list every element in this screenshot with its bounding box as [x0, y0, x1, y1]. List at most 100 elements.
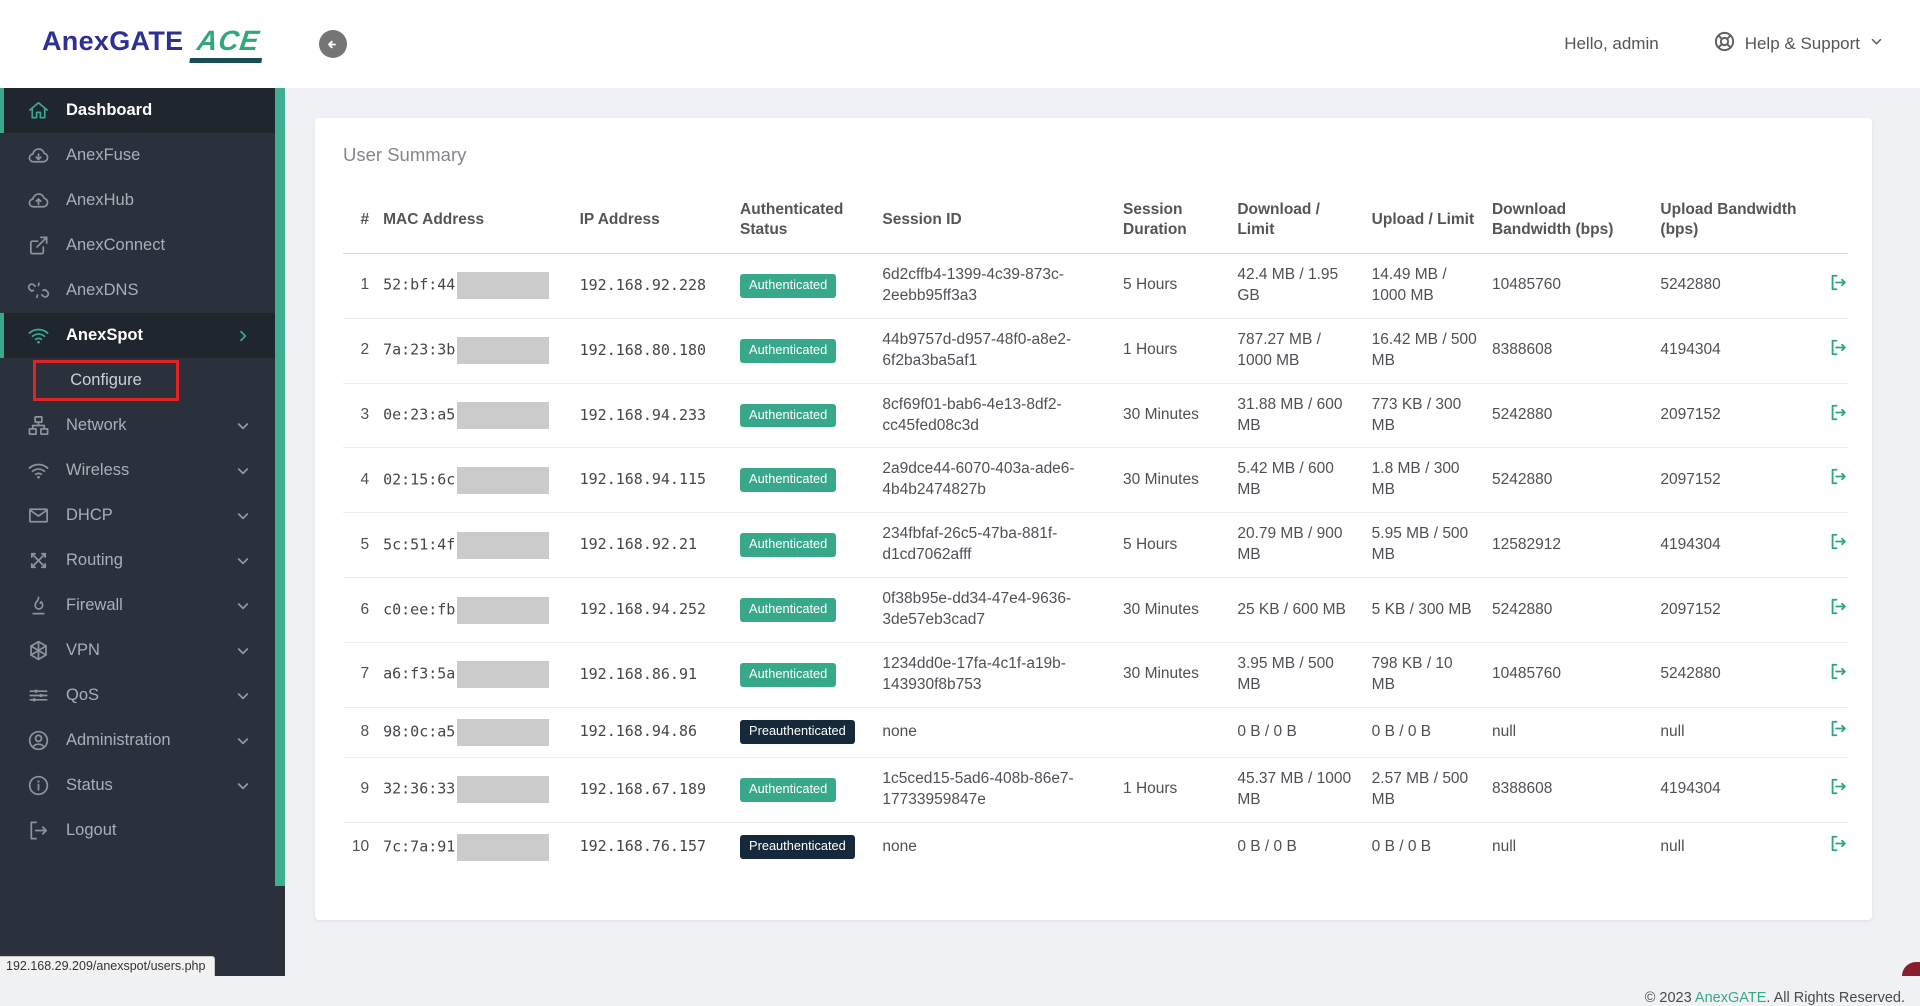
- cell-download-limit: 20.79 MB / 900 MB: [1237, 525, 1343, 564]
- sidebar-item-label: Wireless: [66, 461, 130, 479]
- cell-session-id: 0f38b95e-dd34-47e4-9636-3de57eb3cad7: [882, 590, 1072, 629]
- cell-num: 3: [360, 406, 370, 424]
- cell-download-bandwidth: 10485760: [1491, 276, 1561, 294]
- cell-ip: 192.168.76.157: [579, 837, 707, 856]
- cell-action: [1829, 822, 1848, 872]
- sidebar-item-configure[interactable]: Configure: [0, 358, 275, 403]
- sidebar-item-anexconnect[interactable]: AnexConnect: [0, 223, 275, 268]
- sidebar-item-administration[interactable]: Administration: [0, 718, 275, 763]
- cell-status: Authenticated: [740, 513, 882, 578]
- sign-out-icon[interactable]: [1829, 662, 1848, 681]
- chevron-down-icon: [235, 778, 251, 794]
- cell-status: Authenticated: [740, 448, 882, 513]
- cell-download-bandwidth: 5242880: [1491, 406, 1553, 424]
- sign-out-icon[interactable]: [1829, 338, 1848, 357]
- user-circle-icon: [27, 729, 50, 752]
- sidebar-item-network[interactable]: Network: [0, 403, 275, 448]
- cell-ip: 192.168.94.252: [579, 600, 707, 619]
- chevron-down-icon: [235, 598, 251, 614]
- cell-download-limit: 0 B / 0 B: [1237, 837, 1297, 855]
- cell-mac: 02:15:6c: [383, 448, 580, 513]
- status-badge: Authenticated: [740, 468, 837, 493]
- cell-upload-bandwidth: 4194304: [1660, 780, 1721, 798]
- cell-download-limit: 31.88 MB / 600 MB: [1237, 395, 1343, 434]
- sign-out-icon[interactable]: [1829, 597, 1848, 616]
- sidebar-item-label: QoS: [66, 686, 100, 704]
- cell-upload-bandwidth: 4194304: [1660, 341, 1721, 359]
- copyright-prefix: © 2023: [1644, 989, 1695, 1006]
- sidebar-item-label: Configure: [70, 371, 142, 389]
- sidebar-item-logout[interactable]: Logout: [0, 808, 275, 853]
- help-support-menu[interactable]: Help & Support: [1713, 30, 1884, 58]
- cell-action: [1829, 318, 1848, 383]
- table-row: 5 5c:51:4f 192.168.92.21 Authenticated 234fb…: [343, 513, 1848, 578]
- sidebar-item-wireless[interactable]: Wireless: [0, 448, 275, 493]
- sign-out-icon[interactable]: [1829, 467, 1848, 486]
- cell-upload-bandwidth: 4194304: [1660, 535, 1721, 553]
- column-header: Download Bandwidth (bps): [1491, 201, 1614, 239]
- status-badge: Authenticated: [740, 662, 837, 687]
- sign-out-icon[interactable]: [1829, 834, 1848, 853]
- cell-mac: c0:ee:fb: [383, 578, 580, 643]
- cell-upload-bandwidth: 2097152: [1660, 600, 1721, 618]
- cloud-download-icon: [27, 144, 50, 167]
- sidebar-scrollbar[interactable]: [275, 88, 285, 886]
- cell-upload-bandwidth: 5242880: [1660, 276, 1721, 294]
- table-row: 7 a6:f3:5a 192.168.86.91 Authenticated 1234d…: [343, 642, 1848, 708]
- sidebar-item-label: Routing: [66, 551, 123, 569]
- cell-status: Authenticated: [740, 253, 882, 318]
- sign-out-icon[interactable]: [1829, 719, 1848, 738]
- cell-upload-limit: 16.42 MB / 500 MB: [1371, 330, 1477, 369]
- cell-action: [1829, 383, 1848, 448]
- user-table-head-row: # MAC Address IP Address Authenticated Stat…: [343, 190, 1848, 254]
- cell-session-id: none: [882, 722, 917, 740]
- sidebar-item-dashboard[interactable]: Dashboard: [0, 88, 275, 133]
- cell-ip: 192.168.94.233: [579, 405, 707, 424]
- user-summary-card: User Summary # MAC Address IP Address Authe…: [315, 118, 1872, 920]
- sidebar-item-dhcp[interactable]: DHCP: [0, 493, 275, 538]
- column-header: MAC Address: [383, 211, 485, 229]
- table-row: 4 02:15:6c 192.168.94.115 Authenticated 2a9d…: [343, 448, 1848, 513]
- logo-product-text: ACE: [189, 25, 268, 63]
- column-header: Upload Bandwidth (bps): [1660, 201, 1797, 239]
- sidebar-item-firewall[interactable]: Firewall: [0, 583, 275, 628]
- top-header: AnexGATE ACE Hello, admin Help & Support: [0, 0, 1920, 88]
- cell-upload-bandwidth: 2097152: [1660, 470, 1721, 488]
- mac-redaction: [457, 833, 550, 861]
- cell-download-limit: 5.42 MB / 600 MB: [1237, 460, 1334, 499]
- chevron-down-icon: [235, 688, 251, 704]
- sidebar-item-anexspot[interactable]: AnexSpot: [0, 313, 275, 358]
- column-header: IP Address: [579, 211, 660, 229]
- footer-brand-link[interactable]: AnexGATE: [1695, 990, 1766, 1006]
- cell-status: Authenticated: [740, 757, 882, 822]
- sidebar-item-status[interactable]: Status: [0, 763, 275, 808]
- table-row: 10 7c:7a:91 192.168.76.157 Preauthenticated…: [343, 822, 1848, 872]
- back-arrow-icon[interactable]: [318, 30, 347, 58]
- cell-download-limit: 787.27 MB / 1000 MB: [1237, 330, 1321, 369]
- mac-redaction: [457, 402, 550, 430]
- sidebar-item-anexfuse[interactable]: AnexFuse: [0, 133, 275, 178]
- cell-download-limit: 42.4 MB / 1.95 GB: [1237, 265, 1339, 304]
- cell-action: [1829, 253, 1848, 318]
- sidebar-item-anexdns[interactable]: AnexDNS: [0, 268, 275, 313]
- info-circle-icon: [27, 774, 50, 797]
- cell-download-limit: 0 B / 0 B: [1237, 722, 1297, 740]
- sidebar-item-label: AnexFuse: [66, 146, 141, 164]
- sign-out-icon[interactable]: [1829, 532, 1848, 551]
- sidebar-item-anexhub[interactable]: AnexHub: [0, 178, 275, 223]
- sidebar-item-qos[interactable]: QoS: [0, 673, 275, 718]
- sign-out-icon[interactable]: [1829, 777, 1848, 796]
- config-highlight-box: Configure: [33, 360, 179, 401]
- envelope-icon: [27, 504, 50, 527]
- status-badge: Authenticated: [740, 777, 837, 802]
- cell-session-id: 8cf69f01-bab6-4e13-8df2-cc45fed08c3d: [882, 395, 1062, 434]
- sidebar-item-vpn[interactable]: VPN: [0, 628, 275, 673]
- main-content: User Summary # MAC Address IP Address Authe…: [285, 88, 1920, 1006]
- sidebar-item-routing[interactable]: Routing: [0, 538, 275, 583]
- app-logo[interactable]: AnexGATE ACE: [42, 25, 268, 63]
- sign-out-icon[interactable]: [1829, 273, 1848, 292]
- logo-brand-text: AnexGATE: [42, 26, 184, 56]
- sign-out-icon[interactable]: [1829, 403, 1848, 422]
- table-row: 9 32:36:33 192.168.67.189 Authenticated 1c5c…: [343, 757, 1848, 823]
- sidebar-item-label: Administration: [66, 731, 171, 749]
